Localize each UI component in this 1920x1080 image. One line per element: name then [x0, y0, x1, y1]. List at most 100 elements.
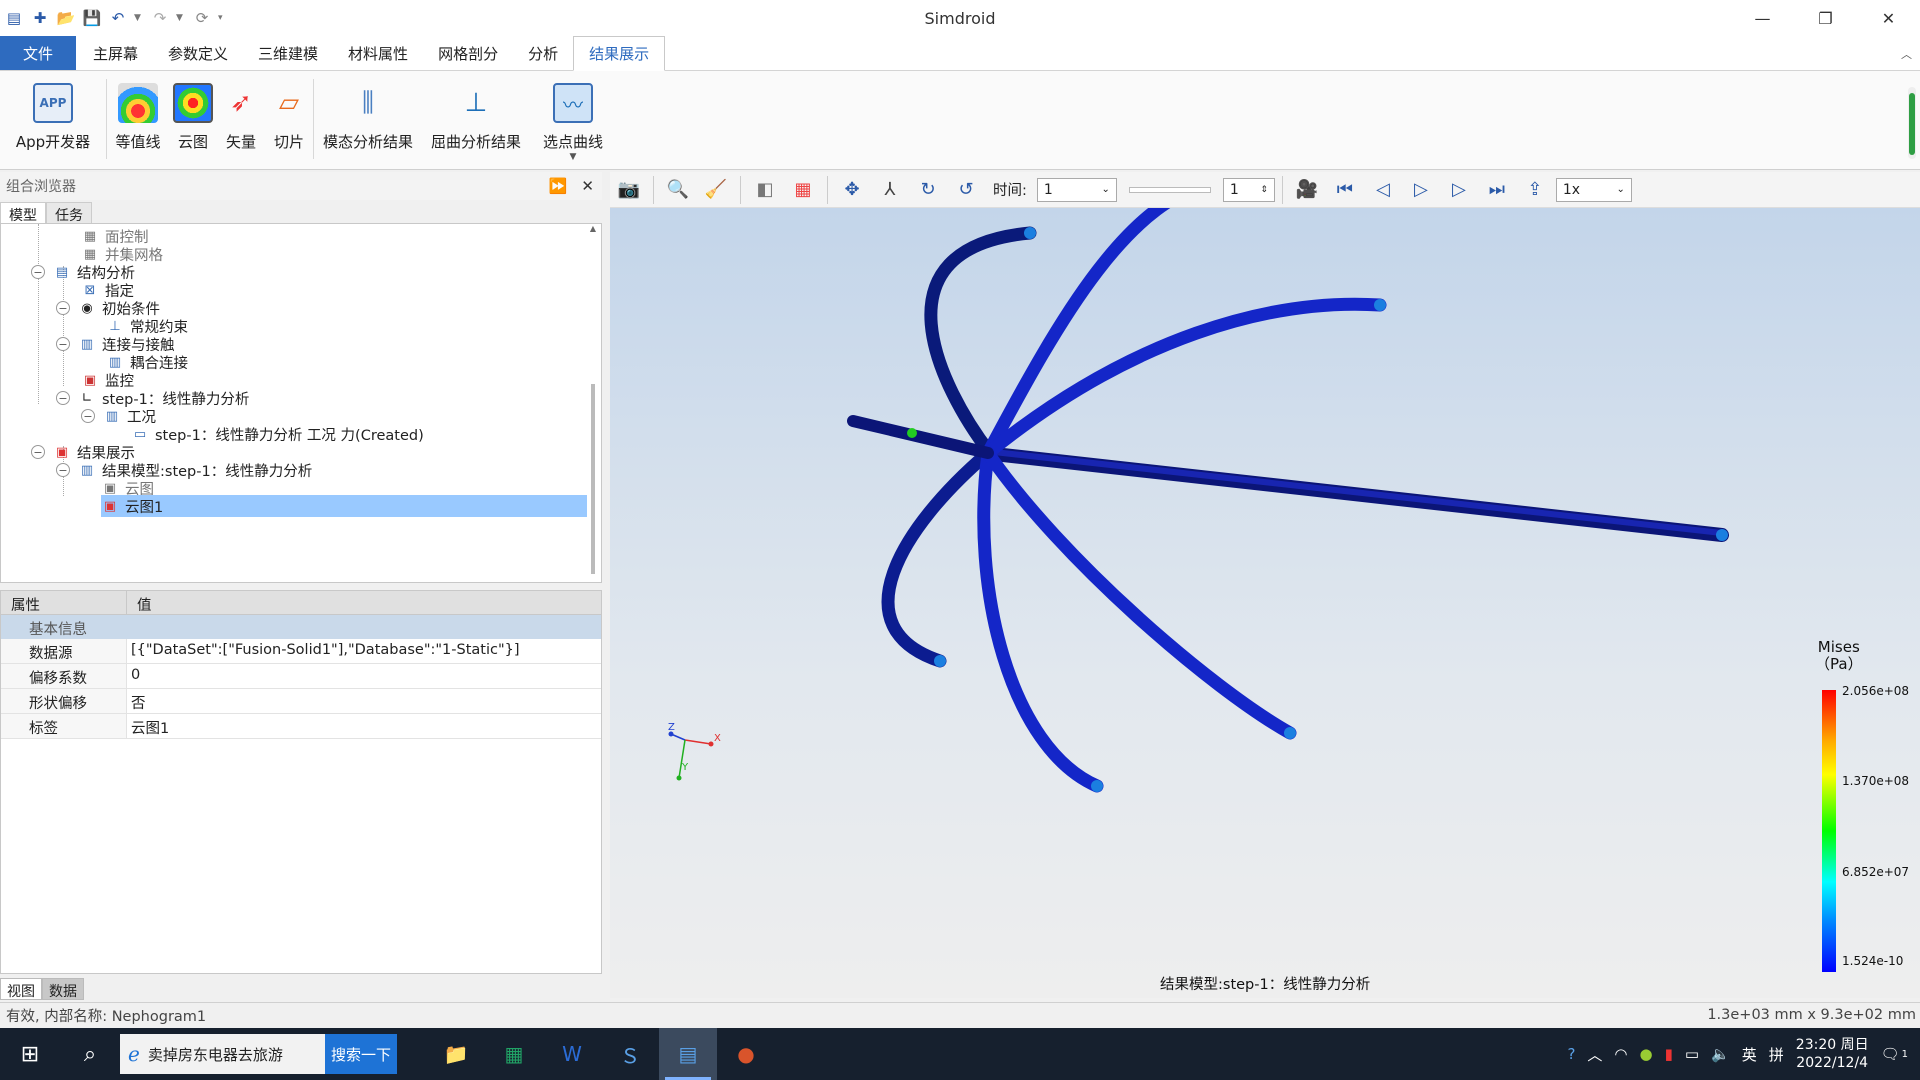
property-row[interactable]: 标签 云图1	[1, 714, 601, 739]
3d-viewport[interactable]: Z X Y Mises （Pa） 2.056e+08 1.370e+08 6.8…	[610, 208, 1920, 998]
frame-spinbox[interactable]: 1 ⇕	[1222, 177, 1275, 202]
notification-center-icon[interactable]: 🗨	[1881, 1045, 1900, 1063]
close-button[interactable]: ✕	[1857, 0, 1920, 36]
tree-item-selected[interactable]: ▣ 云图1	[101, 495, 587, 517]
app-tray-icon[interactable]: ●	[1640, 1045, 1653, 1063]
slice-button[interactable]: ▱ 切片	[265, 71, 313, 170]
frame-slider[interactable]	[1128, 186, 1211, 193]
tree-item[interactable]: ▭ step-1：线性静力分析 工况 力(Created)	[131, 423, 424, 445]
taskbar-search-box[interactable]: ℯ 卖掉房东电器去旅游	[120, 1034, 325, 1074]
contour-button[interactable]: 等值线	[107, 71, 169, 170]
app-s-icon[interactable]: Ｓ	[601, 1028, 659, 1080]
tab-model[interactable]: 模型	[0, 202, 46, 224]
previous-frame-icon[interactable]: ◁	[1366, 174, 1400, 206]
zoom-icon[interactable]: 🔍	[661, 174, 695, 206]
save-icon[interactable]: 💾	[82, 8, 102, 28]
open-folder-icon[interactable]: 📂	[56, 8, 76, 28]
collapse-toggle-icon[interactable]: −	[31, 445, 45, 459]
play-icon[interactable]: ▷	[1404, 174, 1438, 206]
next-frame-icon[interactable]: ▷	[1442, 174, 1476, 206]
undo-icon[interactable]: ↶	[108, 8, 128, 28]
first-frame-icon[interactable]: ⏮	[1328, 174, 1362, 206]
simdroid-taskbar-icon[interactable]: ▤	[659, 1028, 717, 1080]
undo-dropdown-icon[interactable]: ▼	[134, 13, 144, 23]
expand-panel-icon[interactable]: ⏩	[549, 177, 568, 195]
close-panel-icon[interactable]: ✕	[581, 177, 594, 195]
property-value[interactable]: 0	[127, 664, 144, 688]
media-app-icon[interactable]: ●	[717, 1028, 775, 1080]
export-animation-icon[interactable]: ⇪	[1518, 174, 1552, 206]
app-logo-icon[interactable]: ▤	[4, 8, 24, 28]
property-value[interactable]: 否	[127, 689, 150, 713]
tab-materials[interactable]: 材料属性	[333, 36, 423, 70]
property-row[interactable]: 形状偏移否	[1, 689, 601, 714]
view-cube-icon[interactable]: ◧	[748, 174, 782, 206]
ime-mode[interactable]: 拼	[1769, 1044, 1784, 1065]
battery-icon[interactable]: ▭	[1685, 1045, 1699, 1063]
collapse-ribbon-icon[interactable]: ︿	[1901, 46, 1912, 62]
tab-3d-modeling[interactable]: 三维建模	[243, 36, 333, 70]
show-hidden-icons[interactable]: ︿	[1587, 1044, 1602, 1065]
last-frame-icon[interactable]: ⏭	[1480, 174, 1514, 206]
tab-parameters[interactable]: 参数定义	[153, 36, 243, 70]
volume-icon[interactable]: 🔈	[1711, 1045, 1730, 1063]
playback-speed-select[interactable]: 1x ⌄	[1555, 177, 1632, 202]
app-developer-button[interactable]: APP App开发器	[0, 71, 106, 170]
tab-data[interactable]: 数据	[42, 978, 84, 1000]
model-rendering[interactable]	[610, 208, 1920, 998]
tab-meshing[interactable]: 网格剖分	[423, 36, 513, 70]
taskbar-clock[interactable]: 23:20 周日 2022/12/4	[1796, 1036, 1869, 1072]
axis-orientation-icon[interactable]: ⅄	[873, 174, 907, 206]
restore-button[interactable]: ❐	[1794, 0, 1857, 36]
screenshot-icon[interactable]: 📷	[612, 174, 646, 206]
refresh-icon[interactable]: ⟳	[192, 8, 212, 28]
tab-task[interactable]: 任务	[46, 202, 92, 224]
collapse-toggle-icon[interactable]: −	[56, 337, 70, 351]
property-value[interactable]: 云图1	[127, 714, 173, 738]
search-icon[interactable]: ⌕	[60, 1028, 120, 1080]
minimize-button[interactable]: —	[1731, 0, 1794, 36]
help-icon[interactable]: ?	[1567, 1045, 1575, 1063]
collapse-toggle-icon[interactable]: −	[56, 391, 70, 405]
buckling-results-button[interactable]: ⊥ 屈曲分析结果	[422, 71, 530, 170]
file-explorer-icon[interactable]: 📁	[427, 1028, 485, 1080]
ime-language[interactable]: 英	[1742, 1044, 1757, 1065]
collapse-toggle-icon[interactable]: −	[56, 463, 70, 477]
scroll-thumb[interactable]	[591, 384, 595, 574]
collapse-toggle-icon[interactable]: −	[56, 301, 70, 315]
tree-item[interactable]: − ▥ 结果模型:step-1：线性静力分析	[56, 459, 312, 481]
redo-icon[interactable]: ↷	[150, 8, 170, 28]
ribbon-scrollbar[interactable]	[1908, 87, 1916, 159]
redo-dropdown-icon[interactable]: ▼	[176, 13, 186, 23]
modal-results-button[interactable]: ⫼ 模态分析结果	[314, 71, 422, 170]
render-mode-icon[interactable]: ▦	[786, 174, 820, 206]
tab-analysis[interactable]: 分析	[513, 36, 573, 70]
time-select[interactable]: 1 ⌄	[1036, 177, 1117, 202]
collapse-toggle-icon[interactable]: −	[81, 409, 95, 423]
tab-home[interactable]: 主屏幕	[78, 36, 153, 70]
excel-icon[interactable]: ▦	[485, 1028, 543, 1080]
search-go-button[interactable]: 搜索一下	[325, 1034, 397, 1074]
rotate-ccw-icon[interactable]: ↺	[949, 174, 983, 206]
windows-start-icon[interactable]: ⊞	[0, 1028, 60, 1080]
pick-curve-button[interactable]: 〰 选点曲线 ▼	[530, 71, 616, 170]
record-video-icon[interactable]: 🎥	[1290, 174, 1324, 206]
cloud-map-button[interactable]: 云图	[169, 71, 217, 170]
rotate-cw-icon[interactable]: ↻	[911, 174, 945, 206]
spin-arrows-icon[interactable]: ⇕	[1260, 185, 1268, 195]
tab-results[interactable]: 结果展示	[573, 36, 666, 71]
property-row[interactable]: 数据源 [{"DataSet":["Fusion-Solid1"],"Databa…	[1, 639, 601, 664]
scroll-up-icon[interactable]: ▲	[587, 224, 599, 233]
word-icon[interactable]: W	[543, 1028, 601, 1080]
wifi-icon[interactable]: ◠	[1614, 1045, 1627, 1063]
tree-scrollbar[interactable]: ▲	[587, 224, 599, 582]
fit-view-icon[interactable]: ✥	[835, 174, 869, 206]
file-menu[interactable]: 文件	[0, 36, 76, 70]
customize-dropdown-icon[interactable]: ▾	[218, 13, 228, 23]
tab-view[interactable]: 视图	[0, 978, 42, 1000]
clear-brush-icon[interactable]: 🧹	[699, 174, 733, 206]
property-value[interactable]: [{"DataSet":["Fusion-Solid1"],"Database"…	[127, 639, 524, 663]
property-row[interactable]: 偏移系数 0	[1, 664, 601, 689]
new-file-icon[interactable]: ✚	[30, 8, 50, 28]
pick-curve-dropdown-icon[interactable]: ▼	[570, 152, 577, 162]
